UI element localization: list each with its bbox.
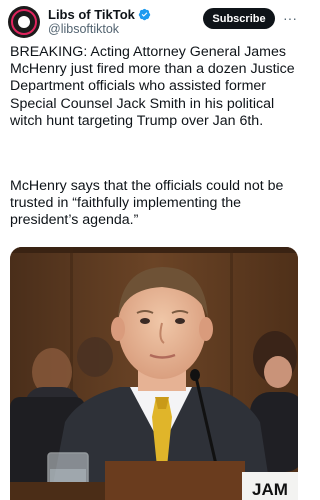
tweet-paragraph-2: McHenry says that the officials could no…: [10, 178, 284, 229]
tweet-paragraph-1: BREAKING: Acting Attorney General James …: [10, 44, 295, 129]
verified-badge-icon: [138, 8, 151, 21]
tweet-header: Libs of TikTok @libsoftiktok Subscribe ·…: [0, 0, 305, 42]
nameplate-text: JAM: [252, 480, 288, 499]
author-name-row[interactable]: Libs of TikTok: [48, 7, 151, 22]
subscribe-button[interactable]: Subscribe: [203, 8, 275, 29]
libs-of-tiktok-logo-icon: [11, 9, 37, 35]
avatar[interactable]: [8, 6, 40, 38]
more-options-icon[interactable]: ···: [282, 9, 298, 27]
tweet-media-photo[interactable]: JAM: [10, 247, 298, 500]
author-handle[interactable]: @libsoftiktok: [48, 22, 119, 37]
hearing-photo: JAM: [10, 247, 298, 500]
author-display-name[interactable]: Libs of TikTok: [48, 7, 135, 22]
